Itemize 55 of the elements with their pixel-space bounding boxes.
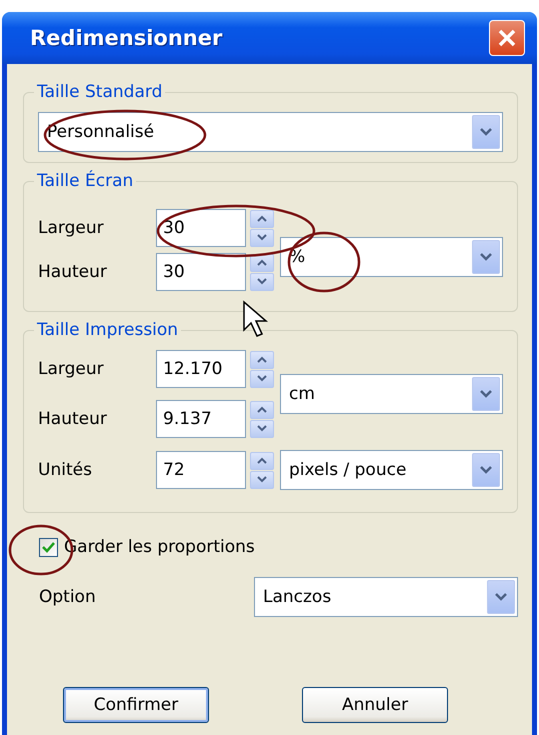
dropdown-arrow-button[interactable] bbox=[472, 377, 500, 411]
field-label: Option bbox=[39, 587, 96, 607]
field-label: Hauteur bbox=[38, 409, 108, 429]
chevron-down-icon bbox=[257, 375, 267, 382]
number-field[interactable]: 72 bbox=[156, 451, 246, 489]
chevron-up-icon bbox=[257, 406, 267, 413]
chevron-down-icon bbox=[480, 253, 492, 261]
dropdown-arrow-button[interactable] bbox=[472, 240, 500, 274]
dialog-button[interactable]: Annuler bbox=[302, 687, 448, 723]
spin-down-button[interactable] bbox=[250, 470, 274, 488]
group-title: Taille Standard bbox=[36, 82, 164, 102]
field-label: Hauteur bbox=[38, 262, 108, 282]
close-button[interactable] bbox=[489, 20, 525, 56]
close-icon bbox=[497, 28, 517, 48]
dialog-button[interactable]: Confirmer bbox=[63, 687, 209, 723]
number-field[interactable]: 9.137 bbox=[156, 400, 246, 438]
mouse-pointer-icon bbox=[243, 300, 268, 337]
chevron-down-icon bbox=[495, 593, 507, 601]
chevron-up-icon bbox=[257, 356, 267, 363]
field-label: Unités bbox=[38, 460, 93, 480]
spin-down-button[interactable] bbox=[250, 228, 274, 246]
chevron-down-icon bbox=[480, 390, 492, 398]
chevron-down-icon bbox=[257, 234, 267, 241]
chevron-up-icon bbox=[257, 259, 267, 266]
dropdown-arrow-button[interactable] bbox=[487, 580, 515, 614]
chevron-up-icon bbox=[257, 457, 267, 464]
spin-up-button[interactable] bbox=[250, 400, 274, 418]
field-label: Largeur bbox=[38, 359, 105, 379]
chevron-down-icon bbox=[480, 466, 492, 474]
number-field[interactable]: 12.170 bbox=[156, 350, 246, 388]
dropdown[interactable]: cm bbox=[280, 374, 503, 414]
chevron-down-icon bbox=[257, 425, 267, 432]
group-title: Taille Impression bbox=[36, 320, 180, 340]
checkbox[interactable] bbox=[39, 538, 58, 556]
spin-down-button[interactable] bbox=[250, 370, 274, 388]
dropdown-arrow-button[interactable] bbox=[472, 115, 500, 149]
field-label: Largeur bbox=[38, 218, 105, 238]
chevron-down-icon bbox=[257, 278, 267, 285]
number-field[interactable]: 30 bbox=[156, 209, 246, 247]
window-title: Redimensionner bbox=[30, 26, 222, 50]
dropdown[interactable]: Lanczos bbox=[254, 577, 518, 617]
spin-up-button[interactable] bbox=[250, 210, 274, 228]
checkmark-icon bbox=[42, 542, 55, 552]
group-title: Taille Écran bbox=[36, 171, 134, 191]
spin-down-button[interactable] bbox=[250, 420, 274, 438]
chevron-up-icon bbox=[257, 215, 267, 222]
chevron-down-icon bbox=[480, 128, 492, 136]
spin-down-button[interactable] bbox=[250, 272, 274, 290]
spin-up-button[interactable] bbox=[250, 452, 274, 470]
dropdown-arrow-button[interactable] bbox=[472, 453, 500, 487]
chevron-down-icon bbox=[257, 476, 267, 483]
dropdown[interactable]: Personnalisé bbox=[38, 112, 503, 152]
spin-up-button[interactable] bbox=[250, 350, 274, 368]
number-field[interactable]: 30 bbox=[156, 253, 246, 291]
dropdown[interactable]: pixels / pouce bbox=[280, 450, 503, 490]
